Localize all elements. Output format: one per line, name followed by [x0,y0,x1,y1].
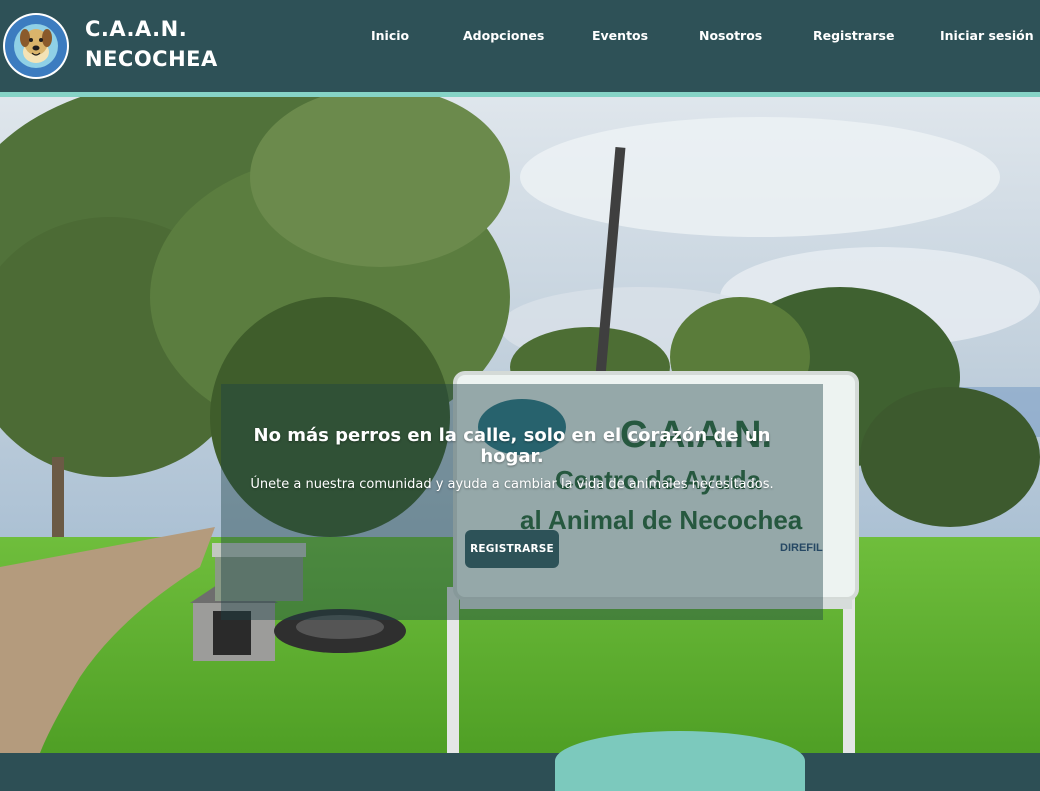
nav-nosotros[interactable]: Nosotros [699,28,762,43]
hero-text-overlay [221,384,823,620]
register-button[interactable]: REGISTRARSE [465,530,559,568]
nav-iniciar-sesion[interactable]: Iniciar sesión [940,28,1034,43]
main-nav: Inicio Adopciones Eventos Nosotros Regis… [0,28,1040,48]
nav-adopciones[interactable]: Adopciones [463,28,544,43]
bottom-decorative-arc [555,731,805,791]
nav-inicio[interactable]: Inicio [371,28,409,43]
hero-section: C.A.A.N. Centro de Ayuda al Animal de Ne… [0,97,1040,753]
site-header: C.A.A.N. NECOCHEA Inicio Adopciones Even… [0,0,1040,92]
hero-subtitle: Únete a nuestra comunidad y ayuda a camb… [250,477,774,492]
nav-eventos[interactable]: Eventos [592,28,648,43]
nav-registrarse[interactable]: Registrarse [813,28,894,43]
brand-line-2: NECOCHEA [85,47,218,71]
hero-title: No más perros en la calle, solo en el co… [253,425,771,467]
